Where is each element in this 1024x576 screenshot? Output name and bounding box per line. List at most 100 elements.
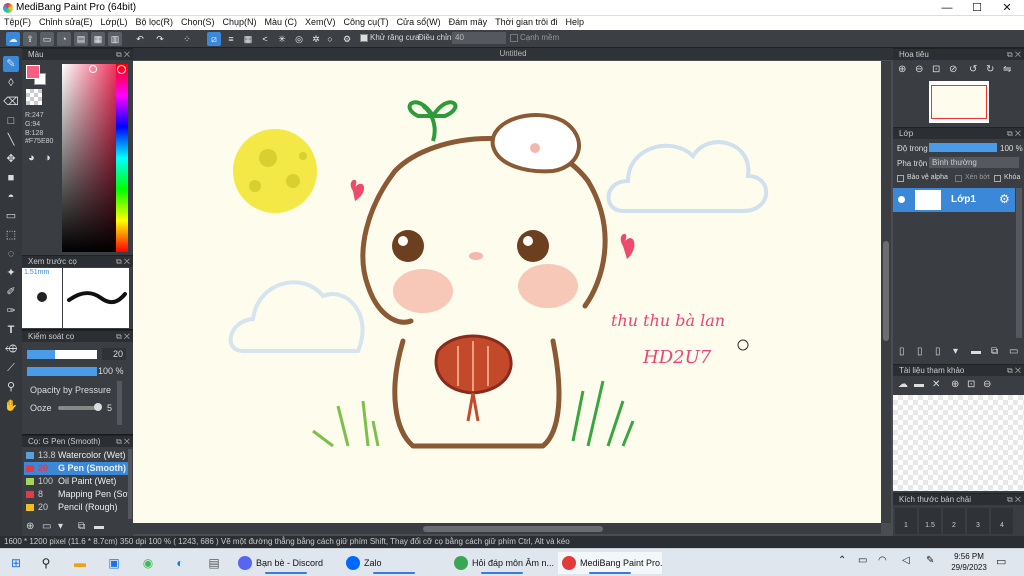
grid-icon[interactable]: ▦ [91,32,105,46]
layer-row[interactable]: Lớp1 ⚙ [893,188,1015,212]
snap-concentric-icon[interactable]: ◎ [292,32,306,46]
rotate-left-icon[interactable]: ↺ [969,64,977,75]
panel-menu-icon[interactable]: ⧉ ✕ [1007,494,1021,505]
menu-help[interactable]: Help [562,16,589,27]
divide-tool-icon[interactable]: ⟋ [3,360,19,376]
new-halftone-layer-icon[interactable]: ▯ [917,346,923,357]
navigator-thumbnail[interactable] [929,81,989,123]
layer-settings-gear-icon[interactable]: ⚙ [999,192,1010,206]
canvas-vertical-scrollbar[interactable] [881,61,891,523]
snap-off-icon[interactable]: ⁘ [180,32,194,46]
browser-icon[interactable]: ◉ [138,553,158,573]
lasso-tool-icon[interactable]: ◌ [3,246,19,262]
menu-cloud[interactable]: Đám mây [445,16,492,27]
zoom-out-icon[interactable]: ⊖ [915,64,923,75]
color-history-icon[interactable]: ◑ [44,152,51,164]
panel-menu-icon[interactable]: ⧉ ✕ [1007,49,1021,60]
menu-edit[interactable]: Chỉnh sửa(E) [35,16,97,27]
menu-select[interactable]: Chọn(S) [177,16,219,27]
open-folder-icon[interactable]: ▬ [94,521,104,532]
fit-icon[interactable]: ⊡ [932,64,940,75]
navigator-view-rect[interactable] [931,85,987,119]
brush-size-preset[interactable]: 1.5 [919,508,941,534]
menu-view[interactable]: Xem(V) [301,16,340,27]
edge-icon[interactable]: ◐ [170,553,190,573]
brush-size-preset[interactable]: 2 [943,508,965,534]
comment-icon[interactable]: ▭ [40,32,54,46]
soft-edge-checkbox[interactable] [510,34,518,42]
snap-star-icon[interactable]: ✲ [309,32,323,46]
palette-icon[interactable]: ◕ [28,152,35,164]
taskbar-app-discord[interactable]: Bạn bè - Discord [234,552,338,574]
snap-grid-icon[interactable]: ▦ [241,32,255,46]
brush-size-preset[interactable]: 1 [895,508,917,534]
layer-visibility-icon[interactable] [898,196,905,203]
flip-icon[interactable]: ⇋ [1003,64,1011,75]
transparent-swatch[interactable] [26,89,42,105]
opacity-slider[interactable] [27,367,97,376]
drawing-canvas[interactable]: thu thu bà lan HD2U7 [133,61,881,523]
layer-opacity-slider[interactable] [929,143,997,152]
reference-fit-icon[interactable]: ⊡ [967,379,975,390]
menu-file[interactable]: Tệp(F) [0,16,35,27]
menu-capture[interactable]: Chụp(N) [219,16,261,27]
volume-icon[interactable]: ◁ [902,555,910,566]
snap-settings-icon[interactable]: ⚙ [340,32,354,46]
brush-control-scrollbar[interactable] [117,381,122,425]
brush-list-scrollbar[interactable] [128,449,132,519]
menu-color[interactable]: Màu (C) [261,16,302,27]
snap-perspective-icon[interactable]: < [258,32,272,46]
windows-start-icon[interactable]: ⊞ [6,553,26,573]
layer-more-icon[interactable]: ▭ [1009,346,1018,357]
dot-eraser-icon[interactable]: ⌫ [3,94,19,110]
undo-icon[interactable]: ↶ [133,32,147,46]
brush-size-value[interactable]: 20 [102,348,126,360]
adjust-select[interactable]: 40 [452,32,506,44]
brush-settings-icon[interactable]: ▭ [42,521,51,532]
shape-tool-icon[interactable]: ■ [3,170,19,186]
snap-radial-icon[interactable]: ✳ [275,32,289,46]
rotate-right-icon[interactable]: ↻ [986,64,994,75]
panel-icon[interactable]: ▤ [74,32,88,46]
reference-zoom-in-icon[interactable]: ⊕ [951,379,959,390]
magic-wand-icon[interactable]: ✦ [3,265,19,281]
antialias-checkbox[interactable] [360,34,368,42]
zoom-in-icon[interactable]: ⊕ [898,64,906,75]
brush-item-mapping-pen[interactable]: 8 Mapping Pen (Soft) [24,488,128,501]
notification-icon[interactable]: ▭ [996,555,1006,568]
network-icon[interactable]: ◠ [878,555,887,566]
layer-type-dropdown-icon[interactable]: ▾ [953,346,958,357]
reference-open-icon[interactable]: ▬ [914,379,924,390]
brush-folder-icon[interactable]: ▾ [58,521,63,532]
panel-menu-icon[interactable]: ⧉ ✕ [116,436,130,447]
snap-lines-icon[interactable]: ≡ [224,32,238,46]
eyedropper-icon[interactable]: ⚲ [3,379,19,395]
hue-slider[interactable] [116,64,128,252]
clipping-checkbox[interactable] [955,175,962,182]
brush-size-slider[interactable] [27,350,97,359]
tray-chevron-icon[interactable]: ⌃ [838,555,846,566]
panel-menu-icon[interactable]: ⧉ ✕ [116,331,130,342]
layer-scrollbar[interactable] [1016,188,1022,338]
minimize-button[interactable]: — [932,1,962,15]
foreground-color-swatch[interactable] [26,65,40,79]
battery-icon[interactable]: ▭ [858,555,867,566]
actual-size-icon[interactable]: ⊘ [949,64,957,75]
file-explorer-icon[interactable]: ▬ [70,553,90,573]
snap-circle-icon[interactable]: ○ [323,32,337,46]
select-tool-icon[interactable]: ⬚ [3,227,19,243]
menu-timelapse[interactable]: Thời gian trôi đi [491,16,561,27]
brush-size-preset[interactable]: 4 [991,508,1013,534]
reference-zoom-out-icon[interactable]: ⊖ [983,379,991,390]
snap-parallel-icon[interactable]: ⧄ [207,32,221,46]
saturation-value-picker[interactable] [62,64,116,252]
eraser-tool-icon[interactable]: ◊ [3,75,19,91]
operation-tool-icon[interactable]: ⬲ [3,341,19,357]
settings-app-icon[interactable]: ▤ [204,553,224,573]
sv-picker-handle[interactable] [89,65,97,73]
gradient-tool-icon[interactable]: ▭ [3,208,19,224]
taskbar-app-zalo[interactable]: Zalo [342,552,446,574]
hue-slider-handle[interactable] [117,65,126,74]
speech-bubble-icon[interactable]: ◔ [57,32,71,46]
layout-icon[interactable]: ▥ [108,32,122,46]
